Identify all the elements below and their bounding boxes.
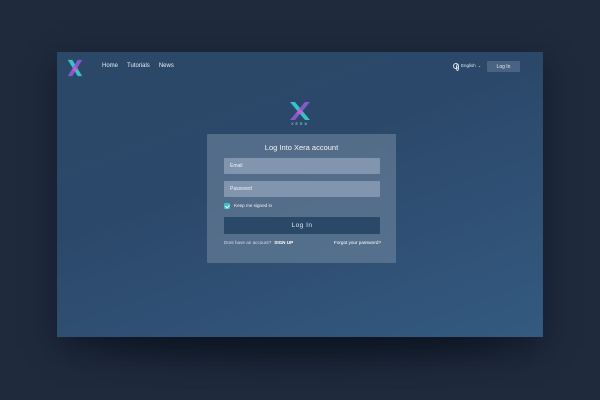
nav-tutorials-link[interactable]: Tutorials <box>127 62 150 70</box>
nav-home-link[interactable]: Home <box>102 62 118 70</box>
login-card: Log Into Xera account Keep me signed in … <box>207 134 396 263</box>
main-nav: Home Tutorials News <box>102 62 174 70</box>
brand-wordmark: XERA <box>291 122 309 126</box>
browser-page: Home Tutorials News English ⌄ Log In XER… <box>57 52 543 337</box>
language-selector[interactable]: English ⌄ <box>453 63 482 72</box>
header-login-button[interactable]: Log In <box>487 61 520 72</box>
nav-news-link[interactable]: News <box>159 62 174 70</box>
signup-link[interactable]: SIGN UP <box>274 240 293 245</box>
login-title: Log Into Xera account <box>264 143 339 152</box>
keep-signed-in-label: Keep me signed in <box>234 203 273 208</box>
globe-icon <box>453 63 460 72</box>
chevron-down-icon: ⌄ <box>477 63 482 68</box>
signup-prompt: Dont have an account? SIGN UP <box>224 240 293 246</box>
email-input[interactable] <box>224 158 380 174</box>
top-navigation-bar: Home Tutorials News English ⌄ Log In <box>57 52 543 86</box>
xera-logo-large-icon <box>290 102 310 120</box>
forgot-password-link[interactable]: Forgot your password? <box>334 240 381 246</box>
no-account-text: Dont have an account? <box>224 240 272 245</box>
login-submit-button[interactable]: Log In <box>224 217 380 234</box>
language-label: English <box>461 63 476 68</box>
password-input[interactable] <box>224 181 380 197</box>
keep-signed-in-toggle[interactable]: Keep me signed in <box>224 203 272 209</box>
xera-logo-icon[interactable] <box>66 59 84 77</box>
keep-signed-in-checkbox[interactable] <box>224 203 230 209</box>
